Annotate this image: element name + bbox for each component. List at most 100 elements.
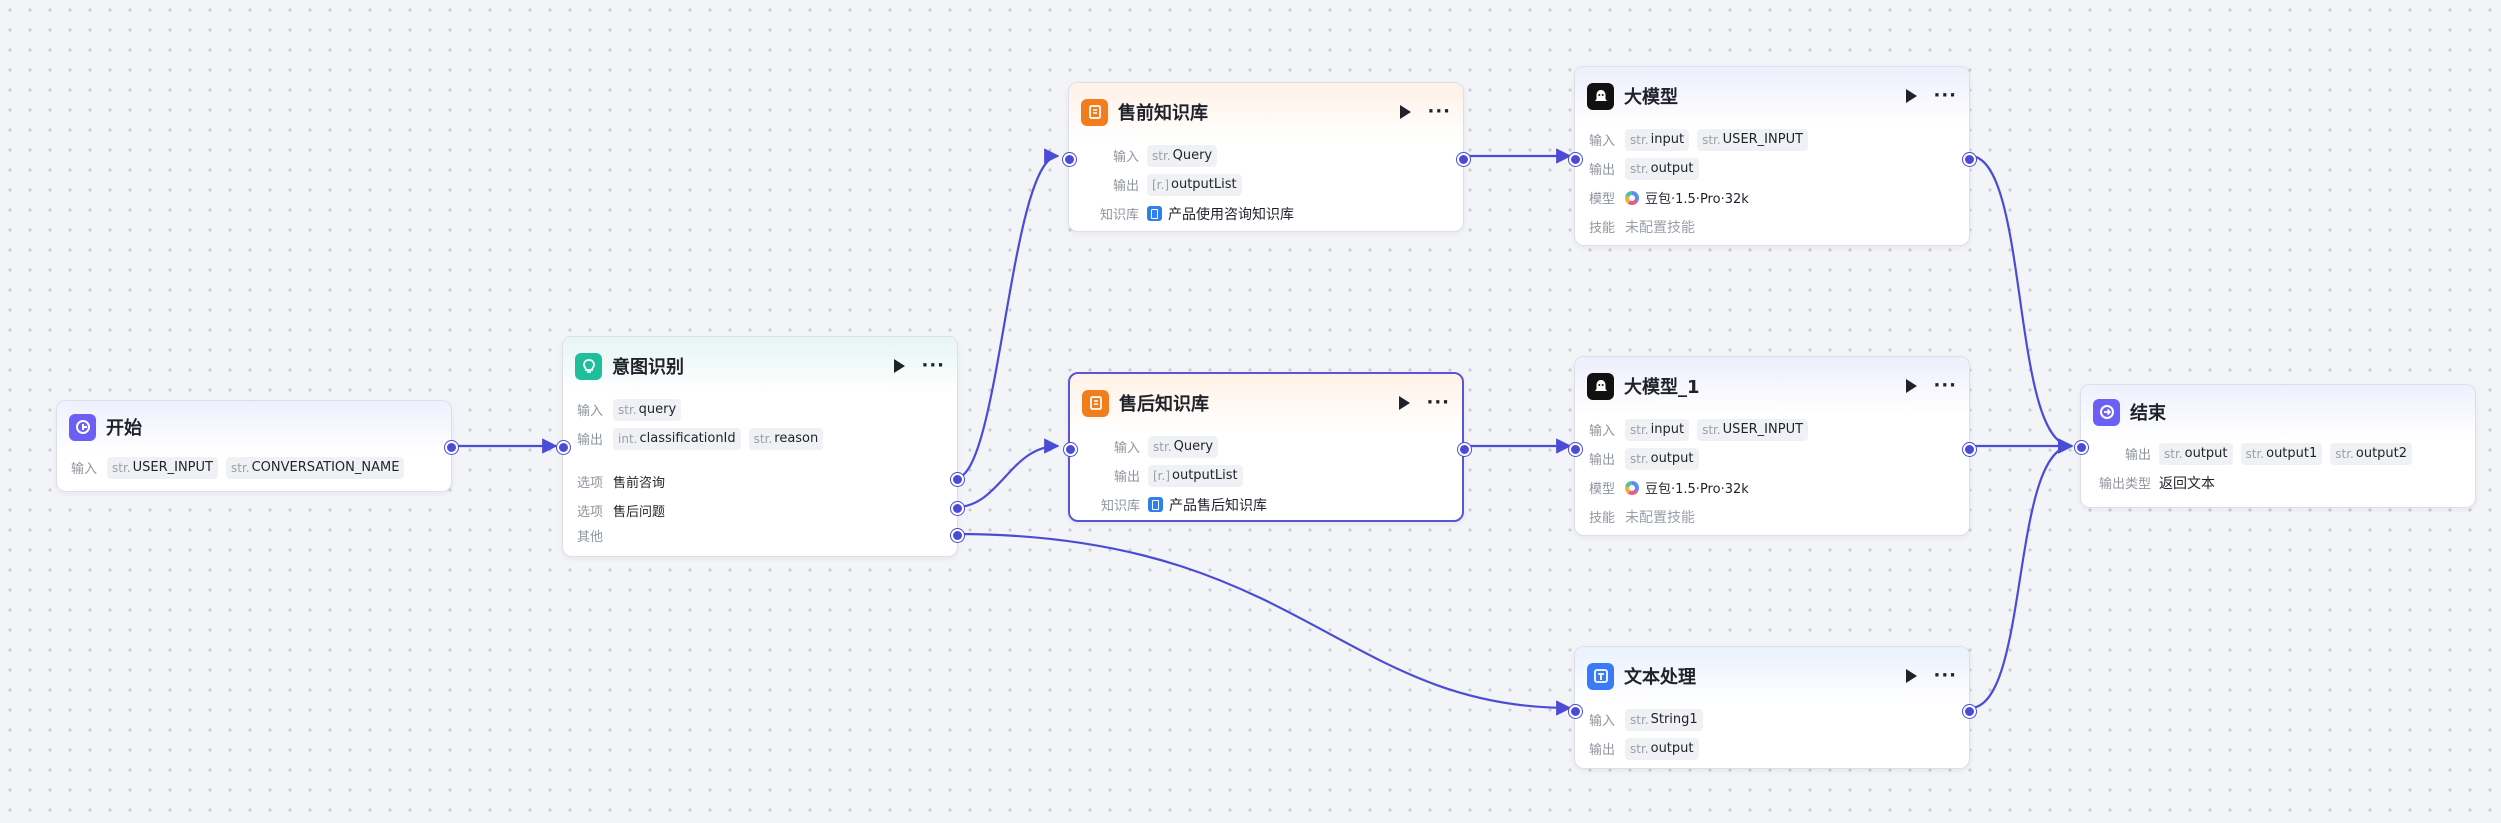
kb-name: 产品售后知识库 [1169, 497, 1267, 514]
output-port[interactable] [1963, 443, 1976, 456]
kb-label: 知识库 [1099, 208, 1139, 223]
run-icon[interactable] [1400, 105, 1412, 119]
more-icon[interactable]: ··· [1427, 103, 1451, 121]
var-tag: int. classificationId [613, 427, 741, 450]
var-tag: str. output [1625, 737, 1699, 760]
output-type-label: 输出类型 [2098, 477, 2151, 492]
llm-node[interactable]: 大模型 ··· 输入 str. input str. USER_INPUT 输出 s… [1569, 66, 1976, 246]
var-tag: str. output2 [2330, 442, 2413, 465]
lightbulb-icon [575, 352, 602, 380]
skill-value: 未配置技能 [1625, 509, 1695, 526]
more-icon[interactable]: ··· [1933, 87, 1957, 105]
node-title: 大模型_1 [1624, 377, 1700, 398]
end-icon [2093, 398, 2120, 426]
output-port[interactable] [1457, 153, 1470, 166]
option-value: 售前咨询 [613, 476, 666, 491]
var-tag: str. output [2159, 442, 2233, 465]
edge-intent-presale [955, 148, 1060, 480]
skill-value: 未配置技能 [1625, 219, 1695, 236]
option-port[interactable] [951, 473, 964, 486]
option-port[interactable] [951, 502, 964, 515]
book-icon [1147, 206, 1162, 221]
more-icon[interactable]: ··· [921, 357, 945, 375]
intent-node[interactable]: 意图识别 ··· 输入 str. query 输出 int. classificat… [557, 336, 964, 557]
option-value: 售后问题 [613, 505, 666, 520]
input-label: 输入 [1589, 134, 1616, 149]
var-tag: str. output [1625, 157, 1699, 180]
input-label: 输入 [1112, 150, 1139, 165]
model-logo-icon [1625, 480, 1639, 495]
edge-llm-end [1969, 154, 2074, 454]
input-port[interactable] [1064, 443, 1077, 456]
presale-kb-node[interactable]: 售前知识库 ··· 输入 str. Query 输出 [r.] outputList… [1063, 82, 1470, 232]
model-label: 模型 [1589, 482, 1616, 497]
input-label: 输入 [71, 462, 98, 477]
input-port[interactable] [1569, 443, 1582, 456]
run-icon[interactable] [894, 359, 906, 373]
output-label: 输出 [1113, 470, 1140, 485]
var-tag: str. input [1625, 128, 1690, 151]
edge-intent-aftersale [955, 438, 1060, 509]
kb-label: 知识库 [1100, 499, 1140, 514]
output-port[interactable] [1458, 443, 1471, 456]
book-icon [1148, 497, 1163, 512]
output-label: 输出 [577, 433, 604, 448]
end-node[interactable]: 结束 输出 str. output str. output1 str. output2… [2075, 384, 2476, 508]
llm-icon [1587, 372, 1614, 400]
input-port[interactable] [1569, 705, 1582, 718]
aftersale-kb-node[interactable]: 售后知识库 ··· 输入 str. Query 输出 [r.] outputList… [1064, 372, 1471, 522]
llm1-node[interactable]: 大模型_1 ··· 输入 str. input str. USER_INPUT 输出… [1569, 356, 1976, 536]
more-icon[interactable]: ··· [1933, 377, 1957, 395]
var-tag: str. Query [1148, 435, 1219, 458]
output-label: 输出 [1589, 453, 1616, 468]
run-icon[interactable] [1906, 669, 1918, 683]
output-port[interactable] [1963, 705, 1976, 718]
text-processing-node[interactable]: 文本处理 ··· 输入 str. String1 输出 str. output [1569, 646, 1976, 769]
llm-icon [1587, 82, 1614, 110]
node-title: 售前知识库 [1118, 103, 1208, 124]
node-title: 结束 [2130, 403, 2166, 424]
kb-name: 产品使用咨询知识库 [1168, 206, 1294, 223]
input-port[interactable] [1569, 153, 1582, 166]
var-tag: str. input [1625, 418, 1690, 441]
input-port[interactable] [557, 441, 570, 454]
var-tag: str. query [613, 398, 682, 421]
more-icon[interactable]: ··· [1933, 667, 1957, 685]
input-label: 输入 [1589, 714, 1616, 729]
run-icon[interactable] [1906, 89, 1918, 103]
var-tag: str. output1 [2240, 442, 2323, 465]
input-port[interactable] [1063, 153, 1076, 166]
skill-label: 技能 [1589, 511, 1616, 526]
var-tag: str. Query [1147, 144, 1218, 167]
var-tag: [r.] outputList [1148, 464, 1243, 487]
model-name: 豆包·1.5·Pro·32k [1645, 482, 1749, 497]
var-tag: str. reason [748, 427, 824, 450]
run-icon[interactable] [1399, 396, 1411, 410]
text-processing-icon [1587, 662, 1614, 690]
output-port[interactable] [1963, 153, 1976, 166]
play-circle-icon [69, 413, 96, 441]
more-icon[interactable]: ··· [1426, 394, 1450, 412]
output-port[interactable] [445, 441, 458, 454]
node-title: 意图识别 [612, 357, 684, 378]
model-logo-icon [1625, 190, 1639, 205]
input-port[interactable] [2075, 441, 2088, 454]
start-node[interactable]: 开始 输入 str. USER_INPUT str. CONVERSATION_NA… [56, 400, 458, 492]
run-icon[interactable] [1906, 379, 1918, 393]
node-title: 开始 [106, 418, 142, 439]
var-tag: str. USER_INPUT [1697, 128, 1809, 151]
input-label: 输入 [577, 404, 604, 419]
option-label: 选项 [577, 505, 604, 520]
output-label: 输出 [1112, 179, 1139, 194]
knowledge-base-icon [1082, 389, 1109, 417]
output-label: 输出 [1589, 163, 1616, 178]
var-tag: str. CONVERSATION_NAME [225, 456, 405, 479]
model-name: 豆包·1.5·Pro·32k [1645, 192, 1749, 207]
other-port[interactable] [951, 529, 964, 542]
output-type-value: 返回文本 [2159, 475, 2215, 492]
output-label: 输出 [2124, 448, 2151, 463]
input-label: 输入 [1113, 441, 1140, 456]
node-title: 大模型 [1624, 87, 1678, 108]
edge-intent-text [955, 532, 1572, 716]
output-label: 输出 [1589, 743, 1616, 758]
